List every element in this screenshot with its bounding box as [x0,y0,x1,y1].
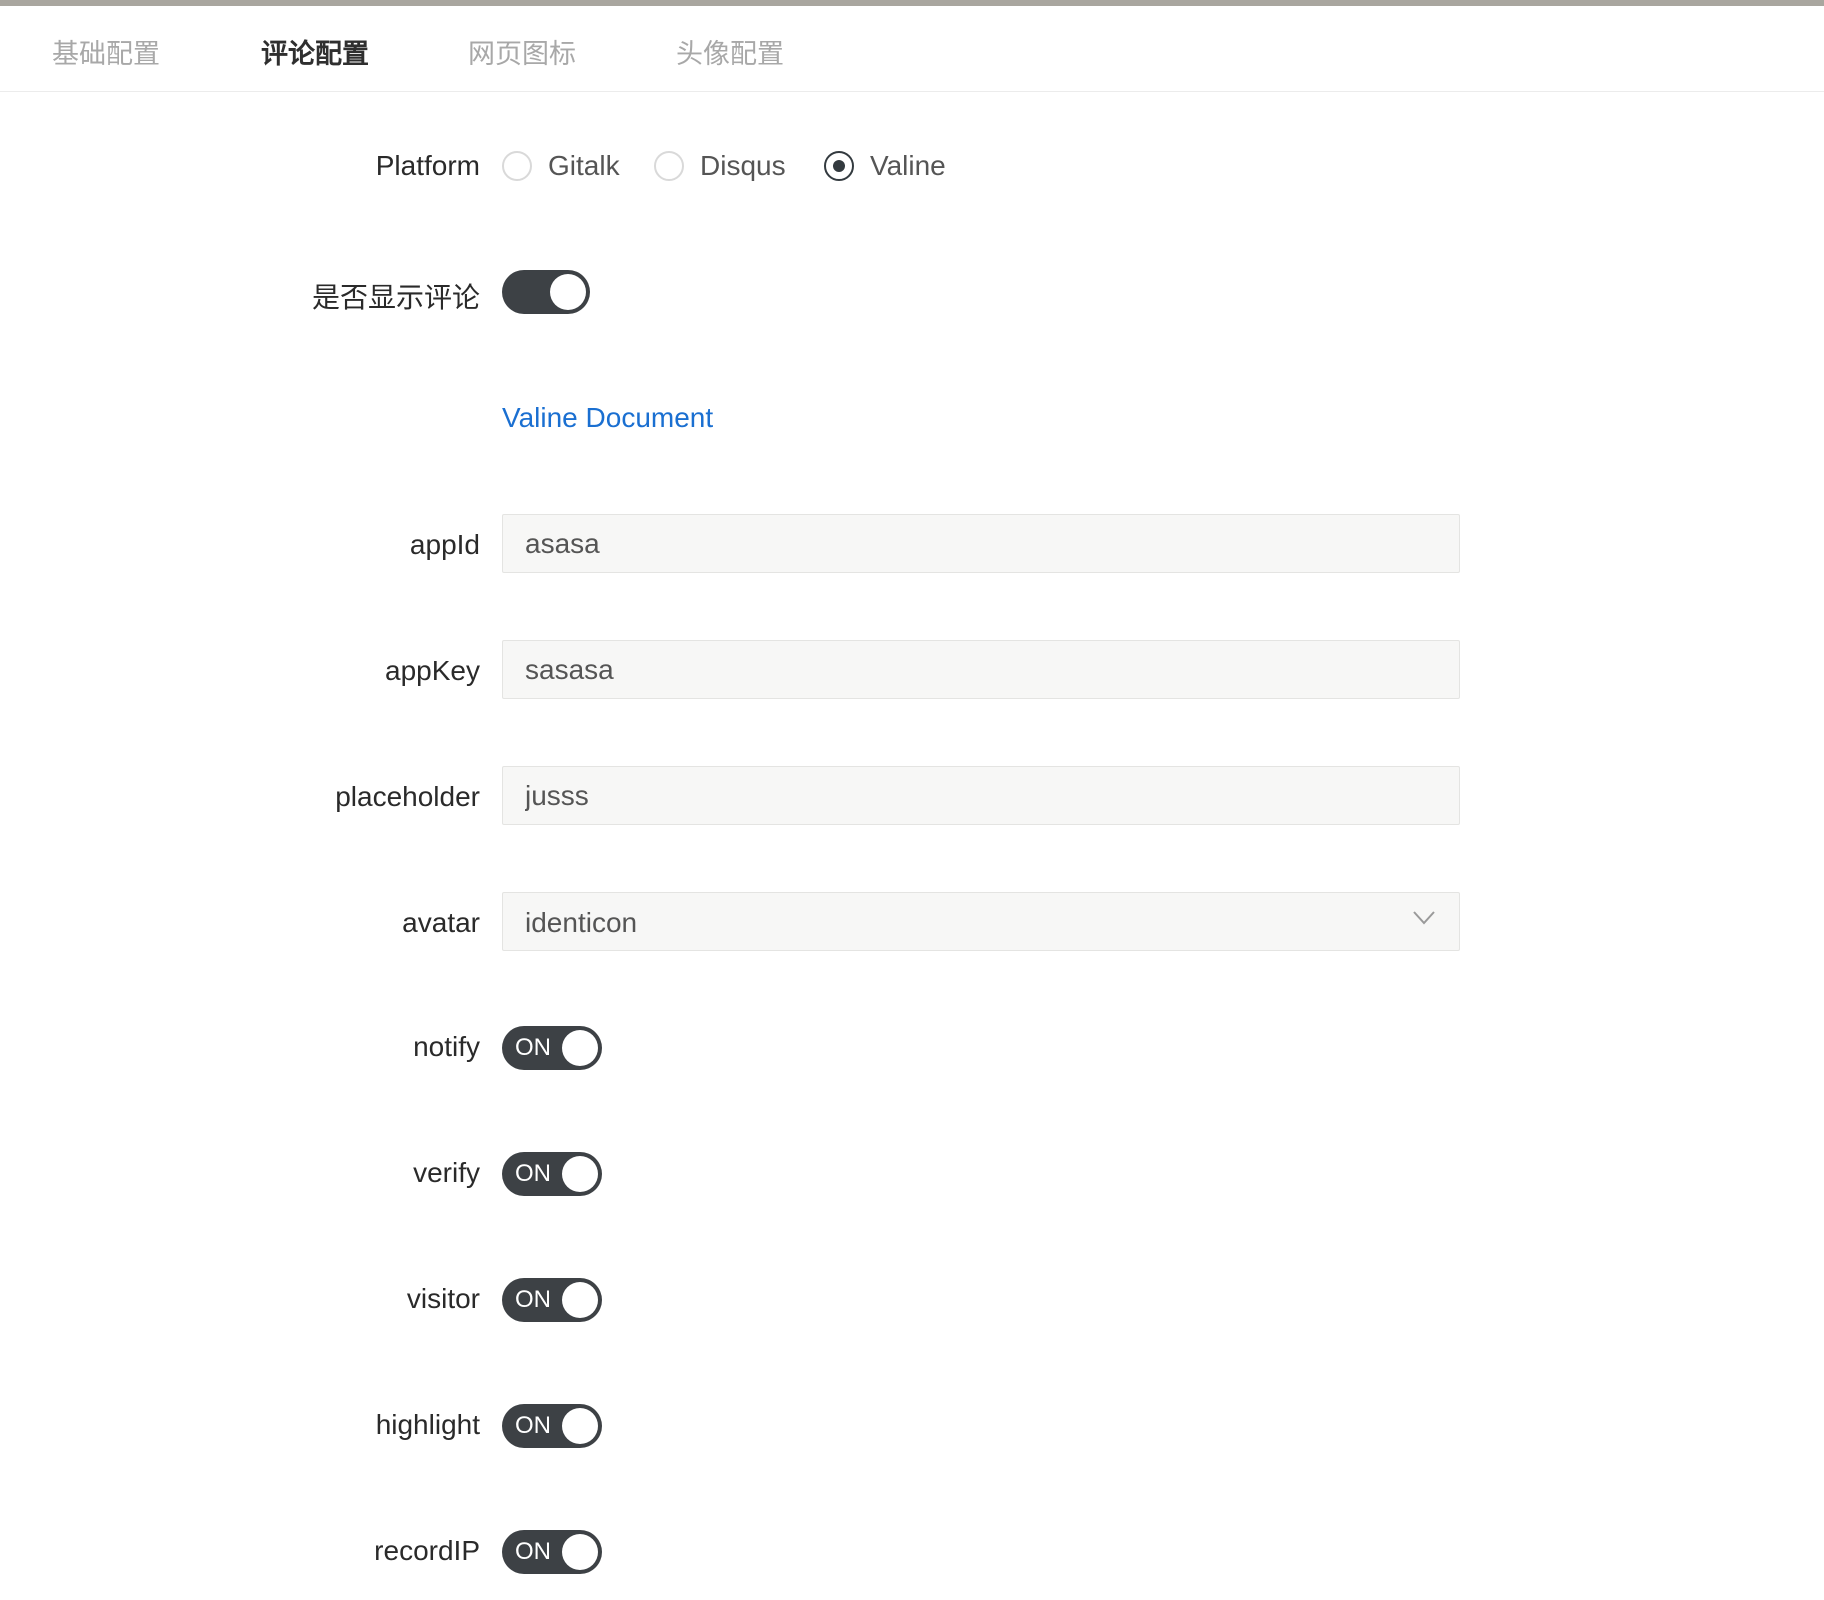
switch-on-text: ON [515,1538,551,1565]
switch-knob [562,1534,598,1570]
verify-switch[interactable]: ON [502,1152,602,1196]
tab-comment-config[interactable]: 评论配置 [261,32,369,71]
radio-valine-label: Valine [870,150,946,181]
switch-on-text: ON [515,1286,551,1313]
platform-label: Platform [375,150,480,181]
appkey-label: appKey [385,655,480,686]
switch-on-text: ON [515,1034,551,1061]
show-comments-switch[interactable] [502,270,590,314]
switch-knob [550,274,586,310]
visitor-switch[interactable]: ON [502,1278,602,1322]
avatar-label: avatar [402,907,480,938]
switch-on-text: ON [515,1412,551,1439]
highlight-label: highlight [375,1409,480,1440]
switch-on-text: ON [515,1160,551,1187]
tab-avatar-config[interactable]: 头像配置 [676,32,784,71]
radio-disqus[interactable]: Disqus [654,146,786,186]
radio-gitalk-label: Gitalk [548,150,620,181]
switch-knob [562,1282,598,1318]
avatar-select[interactable]: identicon [502,892,1460,951]
radio-disqus-label: Disqus [700,150,786,181]
switch-knob [562,1030,598,1066]
highlight-switch[interactable]: ON [502,1404,602,1448]
tab-favicon[interactable]: 网页图标 [468,32,576,71]
chevron-down-icon [1413,911,1435,925]
radio-unchecked-icon [654,151,684,181]
tab-basic-config[interactable]: 基础配置 [52,32,160,71]
valine-document-link[interactable]: Valine Document [502,402,713,434]
appid-label: appId [409,529,480,560]
recordip-label: recordIP [374,1535,480,1566]
radio-checked-icon [824,151,854,181]
placeholder-input[interactable] [502,766,1460,825]
notify-switch[interactable]: ON [502,1026,602,1070]
visitor-label: visitor [406,1283,480,1314]
radio-unchecked-icon [502,151,532,181]
appid-input[interactable] [502,514,1460,573]
settings-tabs: 基础配置 评论配置 网页图标 头像配置 [0,6,1824,92]
radio-gitalk[interactable]: Gitalk [502,146,620,186]
notify-label: notify [413,1031,480,1062]
appkey-input[interactable] [502,640,1460,699]
recordip-switch[interactable]: ON [502,1530,602,1574]
avatar-select-value: identicon [525,907,638,938]
switch-knob [562,1156,598,1192]
radio-valine[interactable]: Valine [824,146,946,186]
verify-label: verify [413,1157,480,1188]
switch-knob [562,1408,598,1444]
show-comments-label: 是否显示评论 [311,281,480,314]
placeholder-label: placeholder [335,781,480,812]
